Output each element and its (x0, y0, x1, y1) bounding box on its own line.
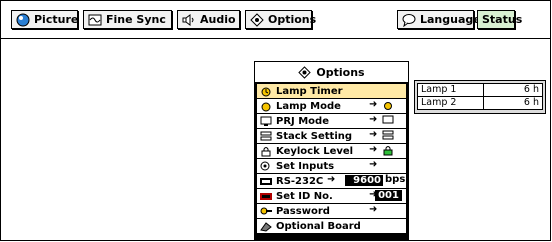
tab-label: Language (420, 13, 481, 26)
lamp-mode-sub-icon (382, 100, 394, 111)
options-panel: Options Lamp Timer Lamp Mode ➜ PRJ Mode … (254, 61, 409, 240)
table-row: Lamp 2 6 h (417, 96, 543, 110)
rs232c-value[interactable]: 9600 (345, 175, 383, 186)
tab-fine-sync[interactable]: Fine Sync (83, 10, 172, 29)
tab-options[interactable]: Options (245, 10, 316, 29)
menu-item-rs232c[interactable]: RS-232C ➜ 9600 bps (257, 174, 406, 188)
arrow-right-icon: ➜ (369, 129, 378, 140)
menu-bar: Picture Fine Sync Audio Options Language… (0, 0, 551, 39)
lamp-name: Lamp 1 (417, 83, 484, 97)
arrow-right-icon: ➜ (369, 99, 378, 110)
tab-label: Status (482, 13, 523, 26)
options-icon (250, 12, 264, 27)
table-row: Lamp 1 6 h (417, 83, 543, 97)
stack-setting-sub-icon (382, 130, 394, 141)
set-id-value[interactable]: 001 (375, 190, 402, 201)
options-icon (298, 65, 312, 79)
keylock-icon (260, 146, 272, 157)
menu-item-password[interactable]: Password ➜ (257, 204, 406, 218)
optional-board-icon (260, 221, 272, 232)
menu-item-label: Set ID No. (276, 190, 333, 202)
lamp-timer-icon (260, 86, 272, 97)
rs232c-icon (260, 176, 272, 187)
tab-label: Fine Sync (106, 13, 166, 26)
prj-mode-sub-icon (382, 115, 394, 126)
keylock-sub-icon (382, 145, 394, 156)
menu-item-stack-setting[interactable]: Stack Setting ➜ (257, 129, 406, 143)
panel-title: Options (255, 62, 408, 82)
arrow-right-icon: ➜ (369, 114, 378, 125)
prj-mode-icon (260, 116, 272, 127)
lamp-status-table: Lamp 1 6 h Lamp 2 6 h (414, 80, 546, 114)
picture-icon (16, 13, 30, 27)
rs232c-unit: bps (385, 174, 406, 185)
language-icon (402, 13, 416, 27)
menu-item-label: Password (276, 205, 330, 217)
menu-item-label: Lamp Timer (276, 85, 343, 97)
menu-item-optional-board[interactable]: Optional Board (257, 219, 406, 233)
speaker-icon (182, 13, 196, 27)
stack-setting-icon (260, 131, 272, 142)
arrow-right-icon: ➜ (369, 159, 378, 170)
tab-label: Audio (200, 13, 236, 26)
arrow-right-icon: ➜ (369, 204, 378, 215)
menu-item-label: Lamp Mode (276, 100, 341, 112)
menu-item-set-inputs[interactable]: Set Inputs ➜ (257, 159, 406, 173)
tab-label: Options (268, 13, 317, 26)
lamp-hours: 6 h (483, 96, 543, 110)
fine-sync-icon (88, 13, 102, 27)
lamp-name: Lamp 2 (417, 96, 484, 110)
menu-item-prj-mode[interactable]: PRJ Mode ➜ (257, 114, 406, 128)
tab-language[interactable]: Language (397, 10, 481, 29)
arrow-right-icon: ➜ (369, 144, 378, 155)
password-icon (260, 206, 272, 217)
arrow-right-icon: ➜ (327, 174, 336, 185)
menu-item-lamp-mode[interactable]: Lamp Mode ➜ (257, 99, 406, 113)
tab-picture[interactable]: Picture (11, 10, 78, 29)
menu-item-label: RS-232C (276, 175, 324, 187)
menu-item-label: Optional Board (276, 220, 361, 232)
tab-label: Picture (34, 13, 79, 26)
menu-item-keylock-level[interactable]: Keylock Level ➜ (257, 144, 406, 158)
menu-item-label: Stack Setting (276, 130, 353, 142)
menu-item-lamp-timer[interactable]: Lamp Timer (257, 84, 406, 98)
tab-status[interactable]: Status (477, 10, 522, 29)
set-id-icon (260, 191, 272, 202)
menu-item-label: Keylock Level (276, 145, 354, 157)
menu-item-label: PRJ Mode (276, 115, 329, 127)
lamp-hours: 6 h (483, 83, 543, 97)
panel-title-text: Options (316, 65, 365, 79)
set-inputs-icon (260, 161, 272, 172)
lamp-mode-icon (260, 101, 272, 112)
menu-item-set-id[interactable]: Set ID No. ➜ 001 (257, 189, 406, 203)
tab-audio[interactable]: Audio (177, 10, 240, 29)
menu-item-label: Set Inputs (276, 160, 335, 172)
